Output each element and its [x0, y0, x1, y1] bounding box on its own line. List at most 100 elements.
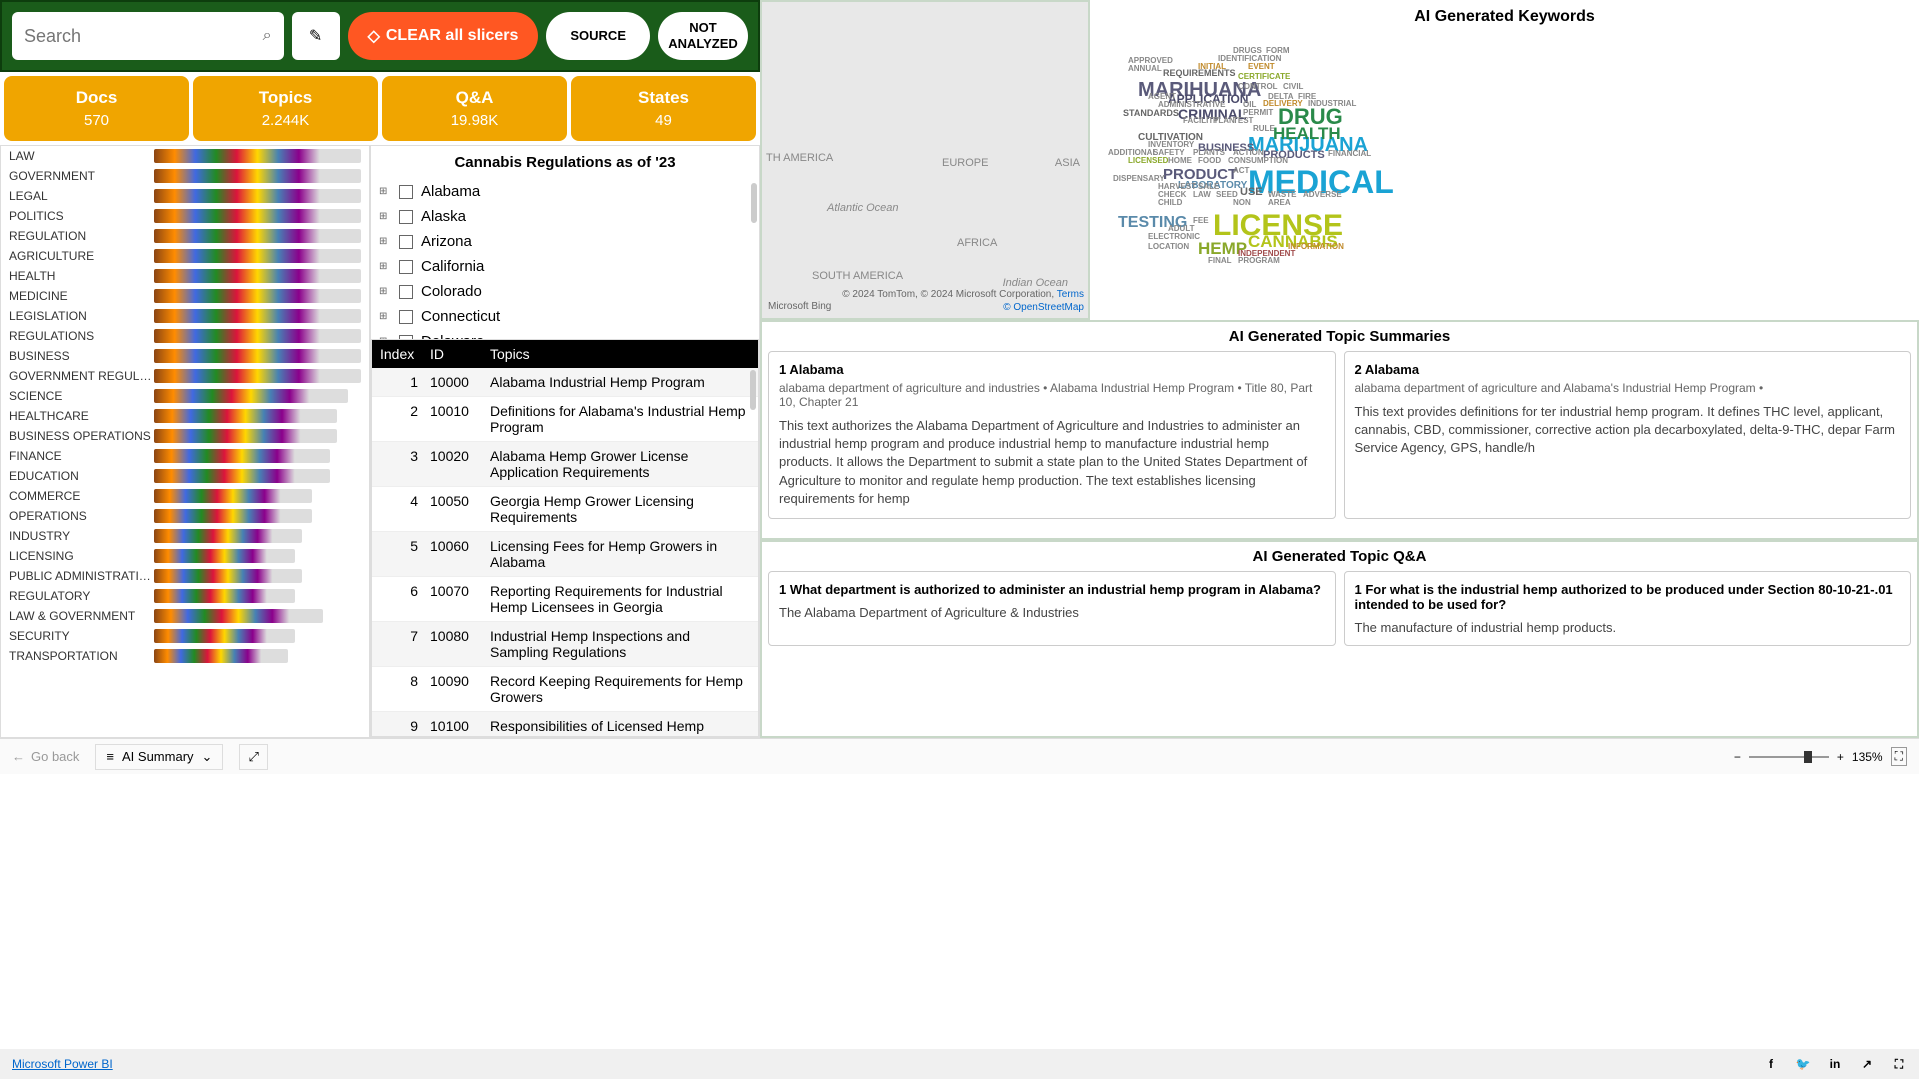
th-index[interactable]: Index: [380, 346, 430, 362]
states-list[interactable]: ⊞Alabama⊞Alaska⊞Arizona⊞California⊞Color…: [371, 179, 759, 339]
keyword[interactable]: ADMINISTRATIVE: [1158, 100, 1225, 109]
category-row[interactable]: BUSINESS: [1, 346, 369, 366]
category-row[interactable]: SCIENCE: [1, 386, 369, 406]
category-row[interactable]: OPERATIONS: [1, 506, 369, 526]
expand-icon[interactable]: ⊞: [379, 211, 391, 222]
keyword[interactable]: ELECTRONIC: [1148, 232, 1200, 241]
state-row[interactable]: ⊞Connecticut: [379, 304, 751, 329]
table-row[interactable]: 610070Reporting Requirements for Industr…: [372, 577, 758, 622]
collapse-button[interactable]: ⤢: [239, 744, 267, 770]
summary-card[interactable]: 2 Alabamaalabama department of agricultu…: [1344, 351, 1912, 519]
table-row[interactable]: 110000Alabama Industrial Hemp Program: [372, 368, 758, 397]
checkbox[interactable]: [399, 185, 413, 199]
category-row[interactable]: LICENSING: [1, 546, 369, 566]
expand-icon[interactable]: ⊞: [379, 286, 391, 297]
checkbox[interactable]: [399, 285, 413, 299]
facebook-icon[interactable]: f: [1763, 1056, 1779, 1072]
table-row[interactable]: 710080Industrial Hemp Inspections and Sa…: [372, 622, 758, 667]
category-row[interactable]: REGULATORY: [1, 586, 369, 606]
zoom-slider[interactable]: [1749, 756, 1829, 758]
keyword[interactable]: INDUSTRIAL: [1308, 99, 1356, 108]
keyword[interactable]: DISPENSARY: [1113, 174, 1165, 183]
keyword[interactable]: LOCATION: [1148, 242, 1189, 251]
category-row[interactable]: REGULATION: [1, 226, 369, 246]
expand-icon[interactable]: ⊞: [379, 236, 391, 247]
keyword[interactable]: CONTROL: [1238, 82, 1278, 91]
keyword[interactable]: INITIAL: [1198, 62, 1226, 71]
keyword[interactable]: LICENSED: [1128, 156, 1168, 165]
state-row[interactable]: ⊞Arizona: [379, 229, 751, 254]
keyword[interactable]: EVENT: [1248, 62, 1275, 71]
keyword[interactable]: ADVERSE: [1303, 190, 1342, 199]
source-button[interactable]: SOURCE: [546, 12, 650, 60]
qa-card[interactable]: 1 What department is authorized to admin…: [768, 571, 1336, 646]
keyword[interactable]: DELIVERY: [1263, 99, 1303, 108]
osm-link[interactable]: © OpenStreetMap: [1003, 302, 1084, 313]
zoom-out-button[interactable]: −: [1734, 750, 1741, 764]
table-row[interactable]: 410050Georgia Hemp Grower Licensing Requ…: [372, 487, 758, 532]
stat-card[interactable]: Docs570: [4, 76, 189, 141]
keyword[interactable]: LAW: [1193, 190, 1211, 199]
search-icon[interactable]: ⌕: [263, 27, 272, 45]
category-row[interactable]: SECURITY: [1, 626, 369, 646]
category-row[interactable]: MEDICINE: [1, 286, 369, 306]
category-row[interactable]: GOVERNMENT REGULATI...: [1, 366, 369, 386]
linkedin-icon[interactable]: in: [1827, 1056, 1843, 1072]
table-row[interactable]: 310020Alabama Hemp Grower License Applic…: [372, 442, 758, 487]
scrollbar[interactable]: [750, 370, 756, 410]
keyword[interactable]: CONSUMPTION: [1228, 156, 1288, 165]
checkbox[interactable]: [399, 210, 413, 224]
keyword[interactable]: HOME: [1168, 156, 1192, 165]
go-back-button[interactable]: ← Go back: [12, 749, 79, 764]
th-id[interactable]: ID: [430, 346, 490, 362]
state-row[interactable]: ⊞Colorado: [379, 279, 751, 304]
category-row[interactable]: BUSINESS OPERATIONS: [1, 426, 369, 446]
category-row[interactable]: LEGISLATION: [1, 306, 369, 326]
state-row[interactable]: ⊞California: [379, 254, 751, 279]
keyword[interactable]: CERTIFICATE: [1238, 72, 1290, 81]
keyword[interactable]: PROGRAM: [1238, 256, 1280, 265]
state-row[interactable]: ⊞Alaska: [379, 204, 751, 229]
keyword[interactable]: TEST: [1233, 116, 1253, 125]
powerbi-link[interactable]: Microsoft Power BI: [12, 1057, 113, 1071]
zoom-in-button[interactable]: +: [1837, 750, 1844, 764]
state-row[interactable]: ⊞Delaware: [379, 329, 751, 339]
category-row[interactable]: GOVERNMENT: [1, 166, 369, 186]
share-icon[interactable]: ↗: [1859, 1056, 1875, 1072]
scrollbar[interactable]: [751, 183, 757, 223]
category-row[interactable]: TRANSPORTATION: [1, 646, 369, 666]
keyword[interactable]: HEALTH: [1273, 124, 1341, 144]
clear-slicers-button[interactable]: ◇ CLEAR all slicers: [348, 12, 539, 60]
checkbox[interactable]: [399, 260, 413, 274]
not-analyzed-button[interactable]: NOT ANALYZED: [658, 12, 748, 60]
category-row[interactable]: LAW & GOVERNMENT: [1, 606, 369, 626]
category-row[interactable]: HEALTH: [1, 266, 369, 286]
keyword[interactable]: USE: [1240, 186, 1263, 198]
expand-icon[interactable]: ⊞: [379, 186, 391, 197]
keyword[interactable]: PLAN: [1213, 116, 1235, 125]
keyword[interactable]: INFORMATION: [1288, 242, 1344, 251]
expand-icon[interactable]: ⊞: [379, 261, 391, 272]
twitter-icon[interactable]: 🐦: [1795, 1056, 1811, 1072]
table-row[interactable]: 210010Definitions for Alabama's Industri…: [372, 397, 758, 442]
category-row[interactable]: INDUSTRY: [1, 526, 369, 546]
keyword[interactable]: FEE: [1193, 216, 1209, 225]
category-row[interactable]: HEALTHCARE: [1, 406, 369, 426]
category-row[interactable]: POLITICS: [1, 206, 369, 226]
keyword[interactable]: FINAL: [1208, 256, 1232, 265]
checkbox[interactable]: [399, 310, 413, 324]
keyword[interactable]: FOOD: [1198, 156, 1221, 165]
state-row[interactable]: ⊞Alabama: [379, 179, 751, 204]
category-row[interactable]: PUBLIC ADMINISTRATION: [1, 566, 369, 586]
keyword[interactable]: CIVIL: [1283, 82, 1303, 91]
category-row[interactable]: EDUCATION: [1, 466, 369, 486]
keyword[interactable]: AREA: [1268, 198, 1291, 207]
keyword[interactable]: AGENT: [1148, 92, 1176, 101]
th-topic[interactable]: Topics: [490, 346, 750, 362]
stat-card[interactable]: Q&A19.98K: [382, 76, 567, 141]
table-row[interactable]: 510060Licensing Fees for Hemp Growers in…: [372, 532, 758, 577]
keyword[interactable]: CHILD: [1158, 198, 1182, 207]
keyword[interactable]: FINANCIAL: [1328, 149, 1371, 158]
page-selector[interactable]: ≡ AI Summary ⌄: [95, 744, 223, 770]
table-row[interactable]: 910100Responsibilities of Licensed Hemp …: [372, 712, 758, 737]
